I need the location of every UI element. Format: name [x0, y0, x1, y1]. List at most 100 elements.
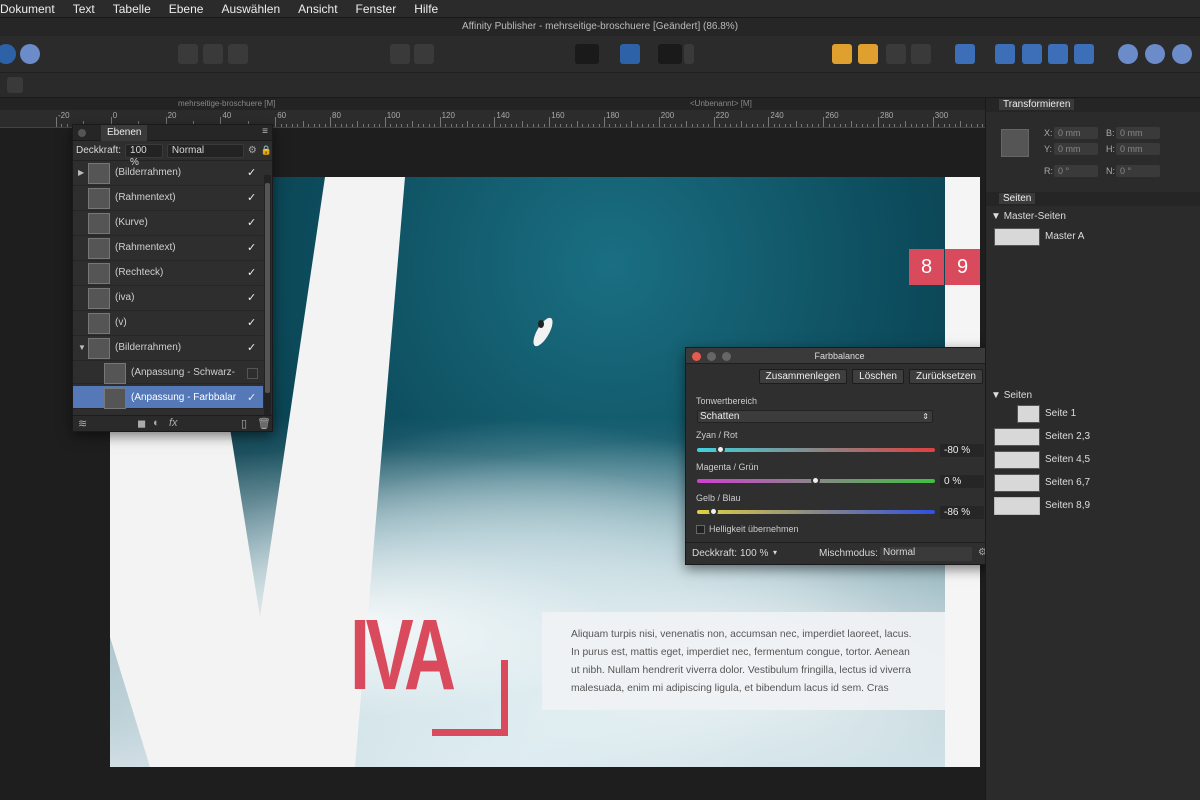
- tab-seiten[interactable]: Seiten: [999, 193, 1036, 204]
- dialog-opacity-select[interactable]: 100 %: [740, 548, 768, 559]
- snapping-magnet-icon[interactable]: [658, 44, 682, 64]
- lock-icon[interactable]: 🔒: [261, 145, 272, 156]
- snapping-dropdown-icon[interactable]: [684, 44, 694, 64]
- visibility-checkbox[interactable]: ✓: [247, 243, 258, 254]
- layer-row[interactable]: (Rahmentext) ✓: [73, 236, 263, 261]
- menu-ebene[interactable]: Ebene: [169, 2, 204, 16]
- menu-fenster[interactable]: Fenster: [356, 2, 397, 16]
- scrollbar-thumb[interactable]: [265, 183, 270, 393]
- page-list-item[interactable]: Seiten 8,9: [986, 495, 1200, 517]
- visibility-checkbox[interactable]: ✓: [247, 393, 258, 404]
- boolean-subtract-icon[interactable]: [1145, 44, 1165, 64]
- layers-stack-icon[interactable]: ≋: [78, 417, 87, 430]
- layer-row[interactable]: (Rahmentext) ✓: [73, 186, 263, 211]
- visibility-checkbox[interactable]: ✓: [247, 168, 258, 179]
- slider-magenta-green-knob[interactable]: [811, 476, 820, 485]
- doc-tab-untitled[interactable]: <Unbenannt> [M]: [690, 99, 752, 108]
- visibility-checkbox[interactable]: [247, 368, 258, 379]
- close-icon[interactable]: [78, 129, 86, 137]
- visibility-checkbox[interactable]: ✓: [247, 268, 258, 279]
- slider-magenta-green-value[interactable]: 0 %: [940, 475, 984, 488]
- menu-auswaehlen[interactable]: Auswählen: [221, 2, 280, 16]
- anchor-point-icon[interactable]: [1001, 129, 1029, 157]
- menu-text[interactable]: Text: [73, 2, 95, 16]
- layer-row[interactable]: ▼ (Bilderrahmen) ✓: [73, 336, 263, 361]
- visibility-checkbox[interactable]: ✓: [247, 293, 258, 304]
- tab-ebenen[interactable]: Ebenen: [101, 125, 148, 141]
- add-layer-icon[interactable]: ▯: [241, 417, 247, 430]
- layers-scrollbar[interactable]: [264, 175, 271, 415]
- page-list-item[interactable]: Seiten 6,7: [986, 472, 1200, 494]
- visibility-checkbox[interactable]: ✓: [247, 193, 258, 204]
- transform-field-input[interactable]: 0 mm: [1054, 143, 1098, 155]
- slider-cyan-red-value[interactable]: -80 %: [940, 444, 984, 457]
- menu-dokument[interactable]: Dokument: [0, 2, 55, 16]
- slider-cyan-red[interactable]: [697, 445, 935, 454]
- slider-yellow-blue[interactable]: [697, 507, 935, 516]
- boolean-intersect-icon[interactable]: [1172, 44, 1192, 64]
- page-list-item[interactable]: Seiten 4,5: [986, 449, 1200, 471]
- arrange-top-icon[interactable]: [911, 44, 931, 64]
- slider-magenta-green[interactable]: [697, 476, 935, 485]
- page-list-item[interactable]: Seiten 2,3: [986, 426, 1200, 448]
- menu-hilfe[interactable]: Hilfe: [414, 2, 438, 16]
- preview-mode-icon[interactable]: [203, 44, 223, 64]
- doc-tab-main[interactable]: mehrseitige-broschuere [M]: [178, 99, 275, 108]
- page-list-item[interactable]: Seite 1: [986, 403, 1200, 425]
- flip-vertical-icon[interactable]: [1022, 44, 1042, 64]
- slider-cyan-red-knob[interactable]: [715, 445, 725, 454]
- gear-icon[interactable]: ⚙: [248, 145, 257, 156]
- visibility-checkbox[interactable]: ✓: [247, 318, 258, 329]
- body-text-frame[interactable]: Aliquam turpis nisi, venenatis non, accu…: [542, 612, 945, 710]
- view-mode-icon[interactable]: [178, 44, 198, 64]
- dialog-blend-select[interactable]: Normal: [880, 547, 972, 561]
- delete-button[interactable]: Löschen: [852, 369, 904, 384]
- layer-row[interactable]: (Anpassung - Farbbalar ✓: [73, 386, 263, 409]
- persona-designer-icon[interactable]: [20, 44, 40, 64]
- layer-row[interactable]: (Anpassung - Schwarz-: [73, 361, 263, 384]
- expand-arrow-icon[interactable]: ▶: [78, 168, 84, 177]
- layer-row[interactable]: (Kurve) ✓: [73, 211, 263, 236]
- menu-ansicht[interactable]: Ansicht: [298, 2, 337, 16]
- persona-icon[interactable]: [0, 44, 16, 64]
- adjustment-icon[interactable]: ◐: [153, 417, 160, 429]
- panel-menu-icon[interactable]: ≡: [262, 126, 268, 137]
- fx-icon[interactable]: fx: [169, 417, 178, 429]
- flip-horizontal-icon[interactable]: [995, 44, 1015, 64]
- rotate-left-icon[interactable]: [1048, 44, 1068, 64]
- transform-field-input[interactable]: 0 mm: [1054, 127, 1098, 139]
- fill-color-icon[interactable]: [620, 44, 640, 64]
- layer-row[interactable]: ▶ (Bilderrahmen) ✓: [73, 161, 263, 186]
- rotate-right-icon[interactable]: [1074, 44, 1094, 64]
- merge-button[interactable]: Zusammenlegen: [758, 369, 848, 384]
- visibility-checkbox[interactable]: ✓: [247, 218, 258, 229]
- zoom-icon[interactable]: [722, 352, 731, 361]
- pin-icon[interactable]: [390, 44, 410, 64]
- transform-field-input[interactable]: 0 mm: [1116, 143, 1160, 155]
- opacity-select[interactable]: 100 %: [125, 143, 163, 168]
- tonal-range-select[interactable]: Schatten ⇕: [697, 410, 933, 423]
- preserve-luminosity-checkbox[interactable]: [696, 525, 705, 534]
- transform-field-input[interactable]: 0 °: [1054, 165, 1098, 177]
- bleed-icon[interactable]: [228, 44, 248, 64]
- minimize-icon[interactable]: [707, 352, 716, 361]
- layer-row[interactable]: (Rechteck) ✓: [73, 261, 263, 286]
- arrange-front-icon[interactable]: [886, 44, 906, 64]
- align-left-icon[interactable]: [955, 44, 975, 64]
- tab-transformieren[interactable]: Transformieren: [999, 99, 1075, 110]
- slider-yellow-blue-value[interactable]: -86 %: [940, 506, 984, 519]
- expand-arrow-icon[interactable]: ▼: [78, 343, 86, 352]
- arrange-back-icon[interactable]: [832, 44, 852, 64]
- boolean-add-icon[interactable]: [1118, 44, 1138, 64]
- blend-mode-select[interactable]: Normal: [166, 143, 244, 158]
- layer-row[interactable]: (v) ✓: [73, 311, 263, 336]
- trash-icon[interactable]: 🗑: [257, 417, 271, 430]
- reset-button[interactable]: Zurücksetzen: [908, 369, 983, 384]
- anchor-icon[interactable]: [414, 44, 434, 64]
- slider-yellow-blue-knob[interactable]: [708, 507, 718, 516]
- menu-tabelle[interactable]: Tabelle: [113, 2, 151, 16]
- layer-row[interactable]: (iva) ✓: [73, 286, 263, 311]
- master-page-item[interactable]: Master A: [986, 226, 1200, 248]
- preflight-eye-icon[interactable]: [575, 44, 599, 64]
- select-tool-icon[interactable]: [7, 77, 23, 93]
